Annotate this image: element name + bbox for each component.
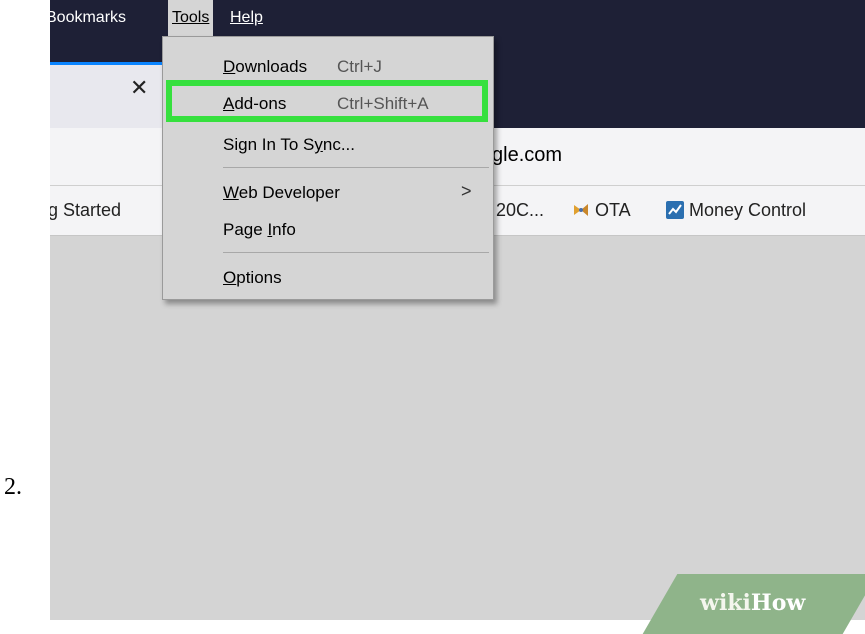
menu-help-label: Help [230, 9, 263, 26]
bookmark-20c[interactable]: 20C... [496, 200, 544, 221]
menu-item-downloads[interactable]: Downloads Ctrl+J [163, 51, 493, 81]
url-bar-text[interactable]: gle.com [492, 144, 562, 167]
money-control-icon [666, 201, 684, 219]
menu-help[interactable]: Help [226, 0, 267, 36]
bookmark-ota-label: OTA [595, 200, 631, 220]
options-label: Options [223, 268, 282, 287]
menu-item-sign-in-to-sync[interactable]: Sign In To Sync... [163, 129, 493, 159]
menu-tools-label: Tools [172, 9, 210, 26]
menu-item-options[interactable]: Options [163, 262, 493, 292]
add-ons-label: Add-ons [223, 94, 287, 113]
downloads-label: Downloads [223, 57, 308, 76]
browser-screenshot: Bookmarks Tools Help ✕ gle.com ng Starte… [50, 0, 865, 620]
menu-separator [223, 252, 489, 253]
menu-item-web-developer[interactable]: Web Developer > [163, 177, 493, 207]
page-info-label: Page Info [223, 220, 296, 239]
browser-tab[interactable]: ✕ [50, 62, 162, 128]
downloads-shortcut: Ctrl+J [337, 57, 382, 76]
menu-bar: Bookmarks Tools Help [50, 0, 865, 36]
submenu-arrow-icon: > [461, 181, 472, 201]
add-ons-shortcut: Ctrl+Shift+A [337, 94, 429, 113]
bookmark-money-control-label: Money Control [689, 200, 807, 220]
menu-separator [223, 167, 489, 168]
watermark-wiki: wiki [700, 590, 751, 616]
tools-dropdown-menu: Downloads Ctrl+J Add-ons Ctrl+Shift+A Si… [162, 36, 494, 300]
step-number: 2. [4, 474, 22, 500]
menu-item-add-ons[interactable]: Add-ons Ctrl+Shift+A [163, 88, 493, 118]
menu-tools[interactable]: Tools [168, 0, 214, 36]
watermark-how: How [750, 590, 806, 616]
wikihow-watermark: wikiHow [700, 590, 805, 616]
bookmark-money-control[interactable]: Money Control [666, 200, 806, 221]
menu-item-page-info[interactable]: Page Info [163, 214, 493, 244]
web-developer-label: Web Developer [223, 183, 340, 202]
bookmark-ota[interactable]: OTA [572, 200, 631, 221]
menu-bookmarks[interactable]: Bookmarks [50, 0, 130, 36]
close-tab-icon[interactable]: ✕ [130, 75, 148, 101]
ota-bookmark-icon [574, 204, 588, 216]
sign-in-to-sync-label: Sign In To Sync... [223, 135, 355, 154]
bookmark-getting-started[interactable]: ng Started [50, 200, 121, 221]
